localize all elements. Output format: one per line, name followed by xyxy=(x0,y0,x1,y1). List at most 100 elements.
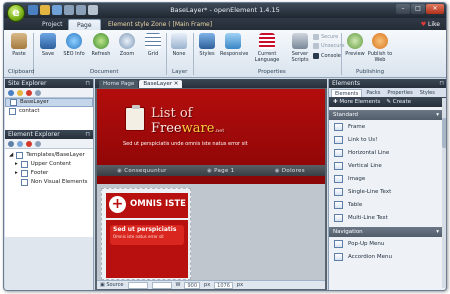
element-item[interactable]: Multi-Line Text xyxy=(329,211,446,224)
tagline: Sed ut perspiciatis unde omnis iste natu… xyxy=(123,141,248,147)
group-document: Document xyxy=(90,69,119,75)
tab-styles[interactable]: Styles xyxy=(417,89,438,97)
design-canvas[interactable]: List of Freeware.net Sed ut perspiciatis… xyxy=(97,89,325,280)
list-item[interactable]: BaseLayer xyxy=(5,98,93,107)
pin-icon[interactable]: ⊓ xyxy=(439,79,444,88)
element-item[interactable]: Table xyxy=(329,198,446,211)
nav-item[interactable]: Page 1 xyxy=(207,168,235,174)
tree-root[interactable]: ◢ Templates/BaseLayer xyxy=(5,151,93,160)
clipboard-logo-icon xyxy=(125,105,145,131)
elements-scrollbar[interactable] xyxy=(442,98,446,288)
grid-button[interactable]: Grid xyxy=(140,33,166,57)
tab-element-style[interactable]: Element style Zone ( [Main Frame] xyxy=(100,19,220,30)
current-language-button[interactable]: Current Language xyxy=(249,33,285,63)
element-item[interactable]: Horizontal Line xyxy=(329,146,446,159)
like-label: Like xyxy=(428,21,440,28)
responsive-button[interactable]: Responsive xyxy=(220,33,248,57)
paste-button[interactable]: Paste xyxy=(6,33,32,57)
element-type-icon xyxy=(334,148,343,157)
height-field[interactable]: 1076 xyxy=(214,281,233,289)
console-button[interactable]: Console xyxy=(313,53,341,59)
layer-none-button[interactable]: None xyxy=(166,33,192,57)
list-item[interactable]: contact xyxy=(5,107,93,116)
unlock-icon xyxy=(313,43,319,49)
element-item-label: Accordion Menu xyxy=(348,253,392,260)
element-item-label: Pop-Up Menu xyxy=(348,240,385,247)
secure-label: Secure xyxy=(321,34,339,40)
styles-button[interactable]: Styles xyxy=(194,33,220,57)
close-tab-icon[interactable]: ✕ xyxy=(174,81,179,87)
card-header: + OMNIS ISTE xyxy=(106,193,188,218)
tree-node[interactable]: ▸ Upper Content xyxy=(5,160,93,169)
group-clipboard: Clipboard xyxy=(8,69,35,75)
tab-home-page[interactable]: Home Page xyxy=(99,80,139,88)
width-field[interactable]: 900 xyxy=(184,281,201,289)
tab-page[interactable]: Page xyxy=(68,19,101,30)
folder-icon[interactable] xyxy=(17,89,23,96)
element-type-icon xyxy=(334,161,343,170)
element-item[interactable]: Link to Us! xyxy=(329,133,446,146)
server-scripts-button[interactable]: Server Scripts xyxy=(286,33,314,63)
tab-packs[interactable]: Packs xyxy=(363,89,383,97)
group-layer: Layer xyxy=(172,69,188,75)
element-item[interactable]: Accordion Menu xyxy=(329,250,446,263)
up-icon[interactable] xyxy=(35,89,41,96)
element-item[interactable]: Pop-Up Menu xyxy=(329,237,446,250)
element-item[interactable]: Vertical Line xyxy=(329,159,446,172)
editor-area: Home Page BaseLayer ✕ List of Freeware.n… xyxy=(95,79,327,290)
create-button[interactable]: ✎ Create xyxy=(386,97,411,107)
floppy-icon xyxy=(40,33,56,49)
close-button[interactable]: ✕ xyxy=(426,4,444,14)
save-button[interactable]: Save xyxy=(35,33,61,57)
window-controls: – □ ✕ xyxy=(396,4,444,14)
refresh-button[interactable]: Refresh xyxy=(88,33,114,57)
tree-node[interactable]: ▸ Footer xyxy=(5,169,93,178)
tab-elements[interactable]: Elements xyxy=(331,89,363,97)
source-button[interactable]: ▣ Source xyxy=(100,282,124,288)
element-item[interactable]: Single-Line Text xyxy=(329,185,446,198)
element-item[interactable]: Frame xyxy=(329,120,446,133)
tab-baselayer[interactable]: BaseLayer ✕ xyxy=(139,80,183,88)
status-bar: ▣ Source W 900 px 1076 px xyxy=(97,280,325,289)
category-navigation[interactable]: Navigation xyxy=(329,227,446,237)
content-card[interactable]: + OMNIS ISTE Sed ut perspiciatis Omnis i… xyxy=(101,188,191,280)
tab-project[interactable]: Project xyxy=(34,19,71,30)
unsecure-button[interactable]: Unsecure xyxy=(313,43,344,49)
element-item[interactable]: Image xyxy=(329,172,446,185)
collapse-icon[interactable] xyxy=(35,140,41,147)
tree-node-label: Non Visual Elements xyxy=(31,179,88,185)
minimize-button[interactable]: – xyxy=(396,4,410,14)
scroll-thumb[interactable] xyxy=(442,118,446,148)
add-page-icon[interactable] xyxy=(8,89,14,96)
publish-button[interactable]: Publish to Web xyxy=(367,33,393,63)
responsive-icon xyxy=(225,33,241,49)
create-label: Create xyxy=(392,99,412,105)
left-panel: Site Explorer ⊓ BaseLayer contact Element… xyxy=(5,79,94,290)
app-menu-button[interactable]: e xyxy=(7,4,25,22)
maximize-button[interactable]: □ xyxy=(411,4,425,14)
secure-button[interactable]: Secure xyxy=(313,34,338,40)
y-field[interactable] xyxy=(151,281,172,289)
nav-item[interactable]: Dolores xyxy=(275,168,305,174)
width-unit: px xyxy=(204,282,211,288)
language-label: Current Language xyxy=(254,51,280,63)
more-elements-button[interactable]: ✚ More Elements xyxy=(333,97,380,107)
nav-item[interactable]: Consequuntur xyxy=(117,168,167,174)
delete-element-icon[interactable] xyxy=(26,140,32,147)
seo-info-button[interactable]: SEO Info xyxy=(61,33,87,57)
locate-icon[interactable] xyxy=(8,140,14,147)
zoom-button[interactable]: Zoom xyxy=(114,33,140,57)
tab-properties[interactable]: Properties xyxy=(384,89,415,97)
category-standard[interactable]: Standard xyxy=(329,110,446,120)
like-button[interactable]: ♥ Like xyxy=(421,19,440,30)
plus-icon: + xyxy=(109,196,126,213)
pin-icon[interactable]: ⊓ xyxy=(85,130,90,139)
pin-icon[interactable]: ⊓ xyxy=(85,79,90,88)
header-banner[interactable]: List of Freeware.net Sed ut perspiciatis… xyxy=(97,89,325,184)
delete-icon[interactable] xyxy=(26,89,32,96)
x-field[interactable] xyxy=(127,281,148,289)
width-label: W xyxy=(175,282,181,288)
expand-icon[interactable] xyxy=(17,140,23,147)
tree-node[interactable]: Non Visual Elements xyxy=(5,178,93,187)
preview-button[interactable]: Preview xyxy=(342,33,368,57)
